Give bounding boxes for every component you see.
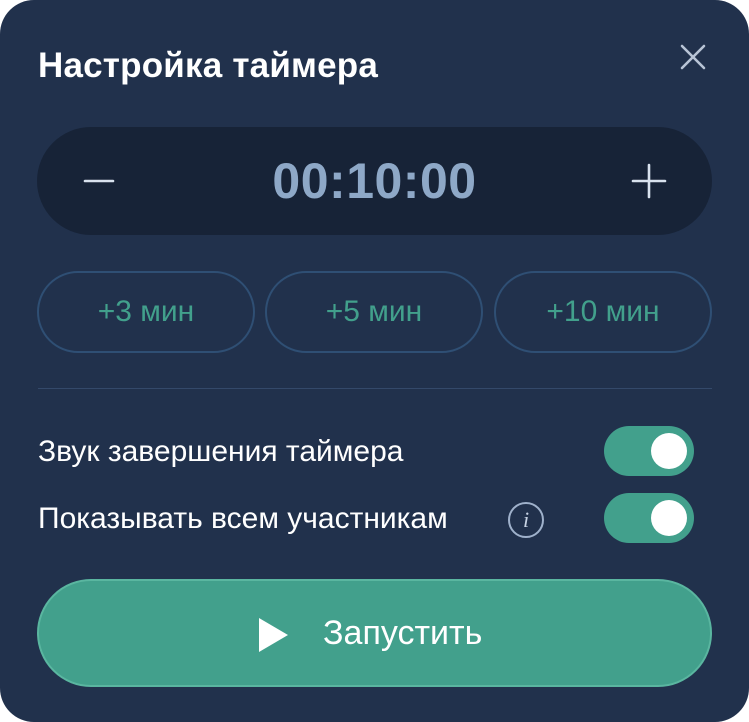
sound-toggle[interactable] (604, 426, 694, 476)
increment-button[interactable] (619, 151, 679, 211)
add-5-min-button[interactable]: +5 мин (265, 271, 483, 353)
close-icon (672, 36, 714, 78)
add-10-min-button[interactable]: +10 мин (494, 271, 712, 353)
decrement-button[interactable] (69, 151, 129, 211)
timer-value-bar: 00:10:00 (37, 127, 712, 235)
sound-setting-label: Звук завершения таймера (38, 435, 404, 468)
toggle-knob (651, 500, 687, 536)
start-button-label: Запустить (323, 614, 483, 652)
timer-settings-dialog: Настройка таймера 00:10:00 +3 мин +5 мин… (0, 0, 749, 722)
timer-display: 00:10:00 (272, 153, 477, 209)
divider (38, 388, 712, 389)
play-icon (255, 615, 291, 658)
dialog-title: Настройка таймера (38, 46, 379, 85)
show-all-setting-label: Показывать всем участникам (38, 502, 448, 535)
add-3-min-button[interactable]: +3 мин (37, 271, 255, 353)
plus-icon (619, 163, 679, 214)
minus-icon (69, 179, 129, 214)
toggle-knob (651, 433, 687, 469)
show-all-toggle[interactable] (604, 493, 694, 543)
close-button[interactable] (672, 36, 714, 78)
start-button[interactable]: Запустить (37, 579, 712, 687)
info-icon[interactable]: i (508, 502, 544, 538)
